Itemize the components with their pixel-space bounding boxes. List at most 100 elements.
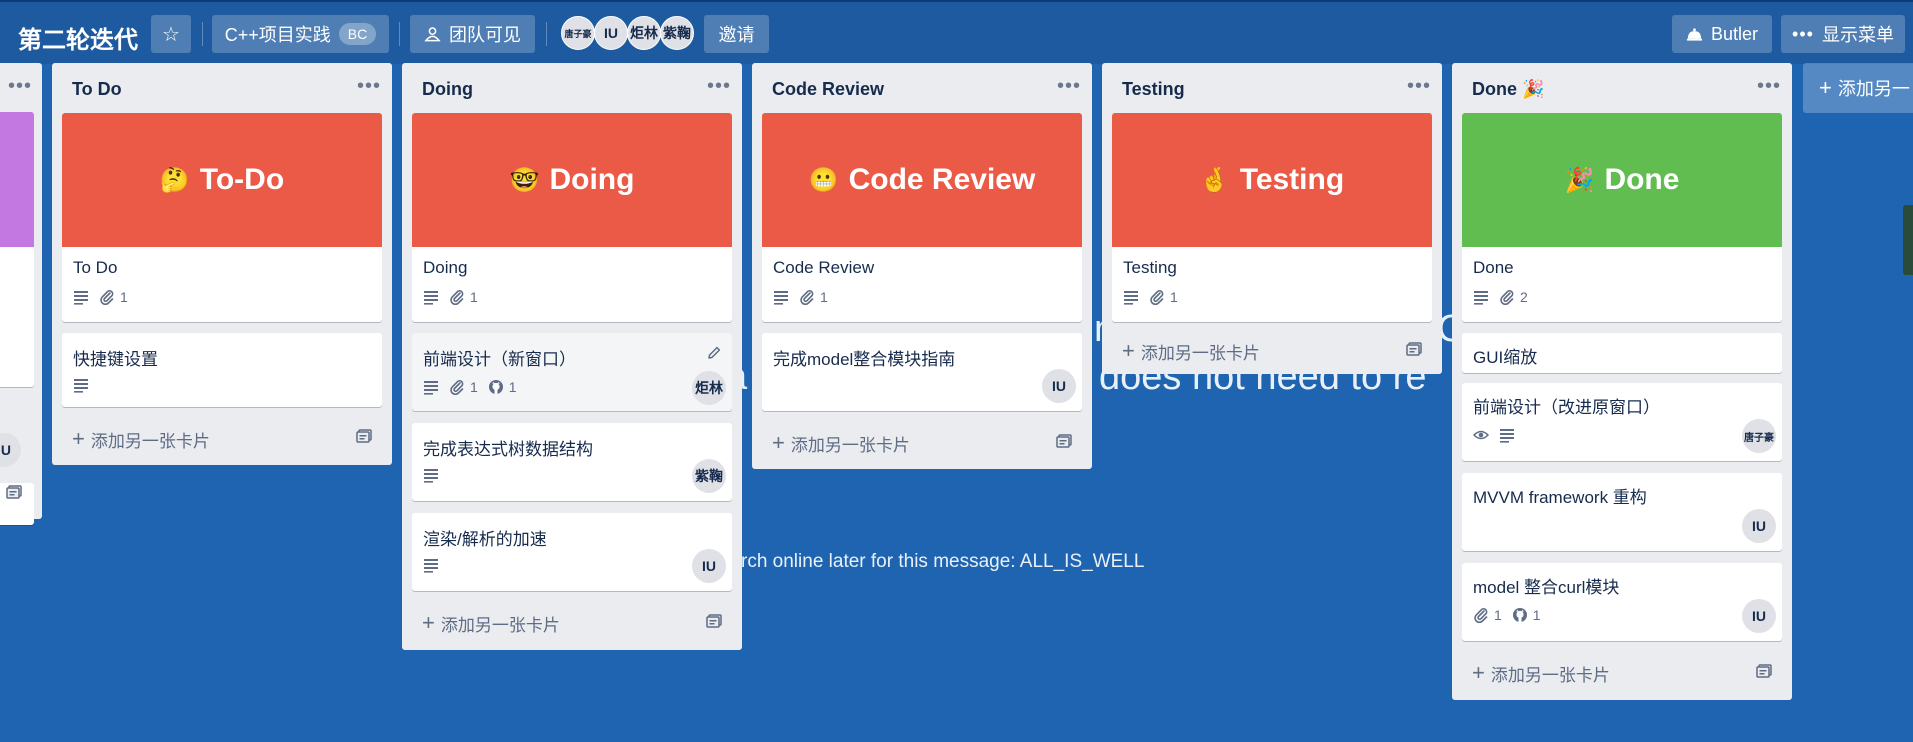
cover-emoji: 🤔 [159, 166, 190, 194]
add-card-button[interactable]: + 添加另一张卡片 [1472, 660, 1610, 686]
plus-icon: + [72, 426, 85, 451]
card-cover: 🤓 Doing [412, 113, 732, 247]
card-title: MVVM framework 重构 [1473, 488, 1647, 507]
card[interactable]: 🤔 To-Do To Do 1 [62, 113, 382, 322]
card-title: 完成model整合模块指南 [773, 350, 956, 369]
list-title[interactable]: To Do [72, 79, 122, 100]
attachment-icon [1499, 289, 1515, 305]
create-from-template-icon[interactable] [1406, 342, 1422, 356]
member-avatar[interactable]: IU [692, 549, 726, 583]
visibility-label: 团队可见 [449, 25, 521, 45]
card[interactable]: 🎉 Done Done 2 [1462, 113, 1782, 322]
create-from-template-icon[interactable] [1756, 664, 1772, 678]
add-list-button[interactable]: + 添加另一 [1803, 63, 1913, 113]
list-title[interactable]: Code Review [772, 79, 884, 100]
member-avatar[interactable]: 唐子豪 [561, 16, 595, 50]
list-title[interactable]: Doing [422, 79, 473, 100]
list-menu-icon[interactable]: ••• [8, 75, 32, 98]
card[interactable]: GUI缩放 [1462, 333, 1782, 373]
add-card-button[interactable]: + 添加另一张卡片 [772, 430, 910, 456]
card[interactable]: 完成model整合模块指南 IU [762, 333, 1082, 411]
member-avatar[interactable]: 炬林 [627, 16, 661, 50]
description-icon [73, 377, 89, 393]
create-from-template-icon[interactable] [6, 485, 22, 499]
butler-label: Butler [1710, 23, 1758, 44]
member-avatar[interactable]: IU [594, 16, 628, 50]
edit-pencil-icon[interactable] [706, 345, 722, 361]
workspace-button[interactable]: C++项目实践 BC [212, 15, 389, 53]
list-code-review: Code Review ••• 😬 Code Review Code Revie… [752, 63, 1092, 469]
member-avatar[interactable]: IU [0, 433, 21, 467]
list-menu-icon[interactable]: ••• [1757, 75, 1781, 98]
card-cover: 🤞 Testing [1112, 113, 1432, 247]
github-icon [488, 379, 504, 395]
card[interactable]: MVVM framework 重构 IU [1462, 473, 1782, 551]
member-avatar[interactable]: 炬林 [692, 371, 726, 405]
list-menu-icon[interactable]: ••• [357, 75, 381, 98]
background-message-fragment: rch online later for this message: ALL_I… [741, 551, 1145, 572]
card[interactable]: 🤞 Testing Testing 1 [1112, 113, 1432, 322]
description-icon [423, 557, 439, 573]
butler-bell-icon [1686, 28, 1703, 41]
workspace-label: C++项目实践 [224, 25, 331, 45]
attachment-icon [449, 289, 465, 305]
member-avatar[interactable]: IU [1742, 599, 1776, 633]
header-divider [202, 22, 203, 46]
card-badges: 1 [423, 289, 478, 305]
add-card-button[interactable]: + 添加另一张卡片 [422, 610, 560, 636]
cover-text: Doing [549, 163, 635, 196]
attachment-icon [1149, 289, 1165, 305]
member-avatar[interactable]: IU [1042, 369, 1076, 403]
cover-emoji: 🤓 [509, 166, 540, 194]
member-avatar[interactable]: 唐子豪 [1742, 419, 1776, 453]
create-from-template-icon[interactable] [356, 429, 372, 443]
description-icon [423, 289, 439, 305]
plus-icon: + [1819, 75, 1832, 100]
star-board-button[interactable]: ☆ [151, 15, 191, 53]
card[interactable]: 渲染/解析的加速 IU [412, 513, 732, 591]
card-title: 前端设计（新窗口） [423, 350, 576, 369]
cover-text: Testing [1239, 163, 1345, 196]
attachment-icon [449, 379, 465, 395]
card[interactable]: 完成表达式树数据结构 紫鞠 [412, 423, 732, 501]
invite-button[interactable]: 邀请 [704, 15, 769, 53]
add-card-label: 添加另一张卡片 [1490, 665, 1610, 685]
card[interactable]: 前端设计（新窗口） 1 1 炬林 [412, 333, 732, 411]
member-avatar[interactable]: 紫鞠 [692, 459, 726, 493]
member-avatar[interactable]: 紫鞠 [660, 16, 694, 50]
create-from-template-icon[interactable] [706, 614, 722, 628]
add-card-button[interactable]: + 添加另一张卡片 [72, 426, 210, 452]
side-scroll-handle[interactable] [1903, 205, 1913, 275]
plus-icon: + [772, 430, 785, 455]
card[interactable]: model 整合curl模块 1 1 IU [1462, 563, 1782, 641]
list-menu-icon[interactable]: ••• [1057, 75, 1081, 98]
card-badges [1473, 427, 1515, 443]
list-title[interactable]: Testing [1122, 79, 1185, 100]
show-menu-button[interactable]: ••• 显示菜单 [1781, 15, 1905, 53]
card-title: 快捷键设置 [73, 350, 158, 369]
list-todo: To Do ••• 🤔 To-Do To Do 1 快捷键设置 + 添加另一张卡… [52, 63, 392, 465]
create-from-template-icon[interactable] [1056, 434, 1072, 448]
add-card-label: 添加另一张卡片 [1140, 343, 1260, 363]
card[interactable] [0, 247, 34, 387]
github-icon [1512, 607, 1528, 623]
description-icon [773, 289, 789, 305]
list-menu-icon[interactable]: ••• [1407, 75, 1431, 98]
workspace-badge: BC [338, 23, 377, 45]
card[interactable]: 前端设计（改进原窗口） 唐子豪 [1462, 383, 1782, 461]
add-card-button[interactable]: + 添加另一张卡片 [1122, 338, 1260, 364]
list-menu-icon[interactable]: ••• [707, 75, 731, 98]
card-title: model 整合curl模块 [1473, 578, 1620, 597]
list-title[interactable]: Done 🎉 [1472, 79, 1544, 100]
plus-icon: + [1122, 338, 1135, 363]
member-avatar[interactable]: IU [1742, 509, 1776, 543]
team-visibility-icon [424, 27, 441, 42]
card-badges: 1 1 [1473, 607, 1541, 623]
visibility-button[interactable]: 团队可见 [410, 15, 535, 53]
card-badges [423, 557, 439, 573]
card[interactable]: 😬 Code Review Code Review 1 [762, 113, 1082, 322]
card[interactable]: 🤓 Doing Doing 1 [412, 113, 732, 322]
board-title[interactable]: 第二轮迭代 [18, 20, 138, 55]
butler-button[interactable]: Butler [1672, 15, 1772, 53]
card[interactable]: 快捷键设置 [62, 333, 382, 407]
